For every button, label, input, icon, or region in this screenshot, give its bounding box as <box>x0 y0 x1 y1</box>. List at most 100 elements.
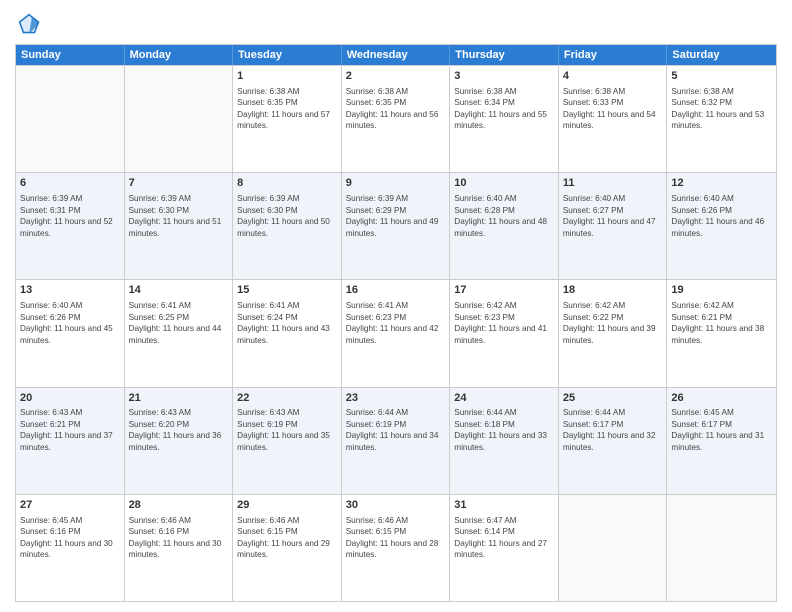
day-number: 8 <box>237 176 337 191</box>
day-number: 31 <box>454 498 554 513</box>
cal-cell-20: 20 Sunrise: 6:43 AM Sunset: 6:21 PM Dayli… <box>16 388 125 494</box>
day-number: 4 <box>563 69 663 84</box>
header <box>15 10 777 38</box>
cal-cell-28: 28 Sunrise: 6:46 AM Sunset: 6:16 PM Dayli… <box>125 495 234 601</box>
day-number: 11 <box>563 176 663 191</box>
cell-info: Sunrise: 6:41 AM Sunset: 6:25 PM Dayligh… <box>129 301 222 344</box>
cal-cell-2: 2 Sunrise: 6:38 AM Sunset: 6:35 PM Daylig… <box>342 66 451 172</box>
cell-info: Sunrise: 6:46 AM Sunset: 6:15 PM Dayligh… <box>346 516 439 559</box>
day-number: 19 <box>671 283 772 298</box>
cell-info: Sunrise: 6:43 AM Sunset: 6:21 PM Dayligh… <box>20 408 113 451</box>
cal-header-monday: Monday <box>125 45 234 65</box>
cell-info: Sunrise: 6:44 AM Sunset: 6:19 PM Dayligh… <box>346 408 439 451</box>
cal-cell-29: 29 Sunrise: 6:46 AM Sunset: 6:15 PM Dayli… <box>233 495 342 601</box>
cal-cell-15: 15 Sunrise: 6:41 AM Sunset: 6:24 PM Dayli… <box>233 280 342 386</box>
cell-info: Sunrise: 6:42 AM Sunset: 6:22 PM Dayligh… <box>563 301 656 344</box>
cell-info: Sunrise: 6:40 AM Sunset: 6:26 PM Dayligh… <box>671 194 764 237</box>
cell-info: Sunrise: 6:38 AM Sunset: 6:35 PM Dayligh… <box>237 87 330 130</box>
day-number: 24 <box>454 391 554 406</box>
cell-info: Sunrise: 6:44 AM Sunset: 6:18 PM Dayligh… <box>454 408 547 451</box>
cal-cell-19: 19 Sunrise: 6:42 AM Sunset: 6:21 PM Dayli… <box>667 280 776 386</box>
cell-info: Sunrise: 6:38 AM Sunset: 6:34 PM Dayligh… <box>454 87 547 130</box>
cal-header-wednesday: Wednesday <box>342 45 451 65</box>
day-number: 22 <box>237 391 337 406</box>
cal-cell-23: 23 Sunrise: 6:44 AM Sunset: 6:19 PM Dayli… <box>342 388 451 494</box>
day-number: 3 <box>454 69 554 84</box>
day-number: 12 <box>671 176 772 191</box>
cal-cell-1: 1 Sunrise: 6:38 AM Sunset: 6:35 PM Daylig… <box>233 66 342 172</box>
cell-info: Sunrise: 6:39 AM Sunset: 6:30 PM Dayligh… <box>129 194 222 237</box>
cal-cell-17: 17Sunrise: 6:42 AM Sunset: 6:23 PM Dayli… <box>450 280 559 386</box>
day-number: 29 <box>237 498 337 513</box>
cal-cell-10: 10 Sunrise: 6:40 AM Sunset: 6:28 PM Dayli… <box>450 173 559 279</box>
cal-cell-14: 14 Sunrise: 6:41 AM Sunset: 6:25 PM Dayli… <box>125 280 234 386</box>
cal-cell-6: 6Sunrise: 6:39 AM Sunset: 6:31 PM Daylig… <box>16 173 125 279</box>
cell-info: Sunrise: 6:47 AM Sunset: 6:14 PM Dayligh… <box>454 516 547 559</box>
cell-info: Sunrise: 6:45 AM Sunset: 6:17 PM Dayligh… <box>671 408 764 451</box>
cal-header-saturday: Saturday <box>667 45 776 65</box>
cal-cell-12: 12 Sunrise: 6:40 AM Sunset: 6:26 PM Dayli… <box>667 173 776 279</box>
page: SundayMondayTuesdayWednesdayThursdayFrid… <box>0 0 792 612</box>
day-number: 26 <box>671 391 772 406</box>
cal-cell-27: 27Sunrise: 6:45 AM Sunset: 6:16 PM Dayli… <box>16 495 125 601</box>
cal-cell-18: 18Sunrise: 6:42 AM Sunset: 6:22 PM Dayli… <box>559 280 668 386</box>
cell-info: Sunrise: 6:38 AM Sunset: 6:33 PM Dayligh… <box>563 87 656 130</box>
cal-cell-5: 5 Sunrise: 6:38 AM Sunset: 6:32 PM Daylig… <box>667 66 776 172</box>
day-number: 25 <box>563 391 663 406</box>
cal-cell-empty <box>125 66 234 172</box>
day-number: 20 <box>20 391 120 406</box>
day-number: 10 <box>454 176 554 191</box>
cal-cell-8: 8 Sunrise: 6:39 AM Sunset: 6:30 PM Daylig… <box>233 173 342 279</box>
cal-cell-7: 7 Sunrise: 6:39 AM Sunset: 6:30 PM Daylig… <box>125 173 234 279</box>
cell-info: Sunrise: 6:40 AM Sunset: 6:28 PM Dayligh… <box>454 194 547 237</box>
cell-info: Sunrise: 6:38 AM Sunset: 6:32 PM Dayligh… <box>671 87 764 130</box>
cal-week-2: 6Sunrise: 6:39 AM Sunset: 6:31 PM Daylig… <box>16 172 776 279</box>
calendar-body: 1 Sunrise: 6:38 AM Sunset: 6:35 PM Daylig… <box>16 65 776 601</box>
day-number: 28 <box>129 498 229 513</box>
cal-cell-3: 3 Sunrise: 6:38 AM Sunset: 6:34 PM Daylig… <box>450 66 559 172</box>
day-number: 17 <box>454 283 554 298</box>
cal-week-5: 27Sunrise: 6:45 AM Sunset: 6:16 PM Dayli… <box>16 494 776 601</box>
cell-info: Sunrise: 6:43 AM Sunset: 6:19 PM Dayligh… <box>237 408 330 451</box>
day-number: 6 <box>20 176 120 191</box>
cal-cell-empty <box>559 495 668 601</box>
cal-cell-30: 30Sunrise: 6:46 AM Sunset: 6:15 PM Dayli… <box>342 495 451 601</box>
cal-header-sunday: Sunday <box>16 45 125 65</box>
day-number: 1 <box>237 69 337 84</box>
cal-header-thursday: Thursday <box>450 45 559 65</box>
cal-cell-4: 4 Sunrise: 6:38 AM Sunset: 6:33 PM Daylig… <box>559 66 668 172</box>
day-number: 5 <box>671 69 772 84</box>
cal-cell-16: 16Sunrise: 6:41 AM Sunset: 6:23 PM Dayli… <box>342 280 451 386</box>
cell-info: Sunrise: 6:43 AM Sunset: 6:20 PM Dayligh… <box>129 408 222 451</box>
cell-info: Sunrise: 6:46 AM Sunset: 6:15 PM Dayligh… <box>237 516 330 559</box>
cal-header-tuesday: Tuesday <box>233 45 342 65</box>
day-number: 21 <box>129 391 229 406</box>
calendar-header-row: SundayMondayTuesdayWednesdayThursdayFrid… <box>16 45 776 65</box>
cell-info: Sunrise: 6:39 AM Sunset: 6:30 PM Dayligh… <box>237 194 330 237</box>
logo <box>15 10 47 38</box>
cal-cell-24: 24 Sunrise: 6:44 AM Sunset: 6:18 PM Dayli… <box>450 388 559 494</box>
cal-cell-11: 11 Sunrise: 6:40 AM Sunset: 6:27 PM Dayli… <box>559 173 668 279</box>
cell-info: Sunrise: 6:46 AM Sunset: 6:16 PM Dayligh… <box>129 516 222 559</box>
cal-week-3: 13Sunrise: 6:40 AM Sunset: 6:26 PM Dayli… <box>16 279 776 386</box>
day-number: 7 <box>129 176 229 191</box>
cell-info: Sunrise: 6:44 AM Sunset: 6:17 PM Dayligh… <box>563 408 656 451</box>
calendar: SundayMondayTuesdayWednesdayThursdayFrid… <box>15 44 777 602</box>
day-number: 23 <box>346 391 446 406</box>
cell-info: Sunrise: 6:39 AM Sunset: 6:29 PM Dayligh… <box>346 194 439 237</box>
cell-info: Sunrise: 6:40 AM Sunset: 6:27 PM Dayligh… <box>563 194 656 237</box>
cal-cell-empty <box>16 66 125 172</box>
cell-info: Sunrise: 6:41 AM Sunset: 6:24 PM Dayligh… <box>237 301 330 344</box>
cell-info: Sunrise: 6:42 AM Sunset: 6:21 PM Dayligh… <box>671 301 764 344</box>
cal-week-4: 20 Sunrise: 6:43 AM Sunset: 6:21 PM Dayli… <box>16 387 776 494</box>
cell-info: Sunrise: 6:45 AM Sunset: 6:16 PM Dayligh… <box>20 516 113 559</box>
cal-cell-empty <box>667 495 776 601</box>
day-number: 14 <box>129 283 229 298</box>
cal-cell-25: 25 Sunrise: 6:44 AM Sunset: 6:17 PM Dayli… <box>559 388 668 494</box>
cal-header-friday: Friday <box>559 45 668 65</box>
logo-icon <box>15 10 43 38</box>
day-number: 15 <box>237 283 337 298</box>
day-number: 16 <box>346 283 446 298</box>
day-number: 2 <box>346 69 446 84</box>
cell-info: Sunrise: 6:38 AM Sunset: 6:35 PM Dayligh… <box>346 87 439 130</box>
